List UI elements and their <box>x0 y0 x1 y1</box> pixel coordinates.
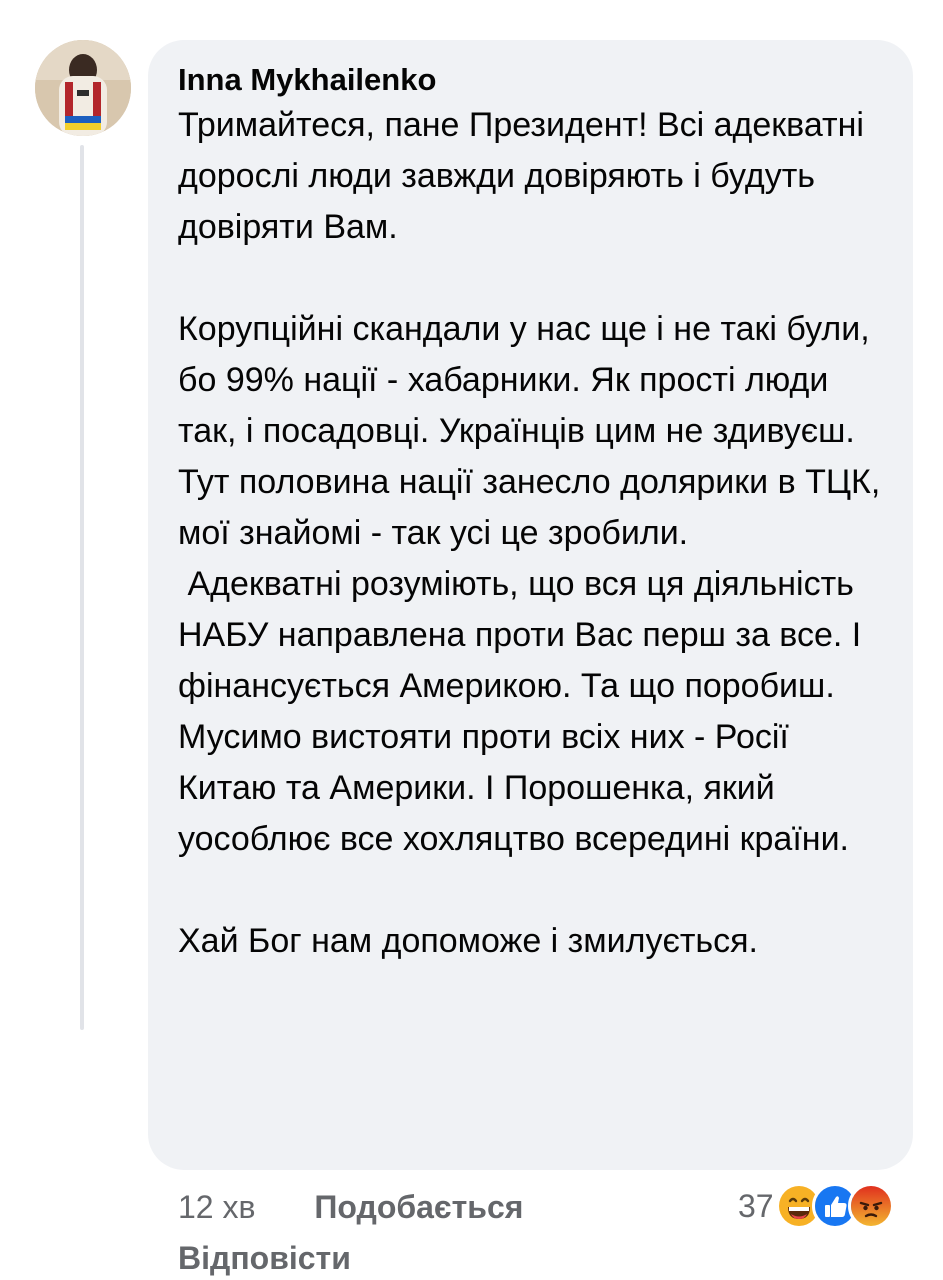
angry-icon <box>847 1183 894 1229</box>
avatar[interactable] <box>35 40 131 136</box>
reactions-summary[interactable]: 37 <box>738 1183 894 1229</box>
comment-text: Тримайтеся, пане Президент! Всі адекватн… <box>178 100 883 967</box>
thread-line <box>80 145 84 1030</box>
comment-actions: 12 хв Подобається <box>178 1185 523 1229</box>
like-button[interactable]: Подобається <box>314 1185 523 1229</box>
comment-paragraph: Корупційні скандали у нас ще і не такі б… <box>178 310 890 552</box>
comment-paragraph: Тримайтеся, пане Президент! Всі адекватн… <box>178 106 874 246</box>
comment-bubble: Inna Mykhailenko Тримайтеся, пане Презид… <box>148 40 913 1170</box>
comment-paragraph: Хай Бог нам допоможе і змилується. <box>178 922 758 960</box>
comment-author[interactable]: Inna Mykhailenko <box>178 60 883 100</box>
comment-paragraph: Адекватні розуміють, що вся ця діяльніст… <box>178 565 871 858</box>
reaction-count: 37 <box>738 1187 774 1224</box>
reply-button[interactable]: Відповісти <box>178 1236 351 1280</box>
comment-timestamp[interactable]: 12 хв <box>178 1185 255 1229</box>
